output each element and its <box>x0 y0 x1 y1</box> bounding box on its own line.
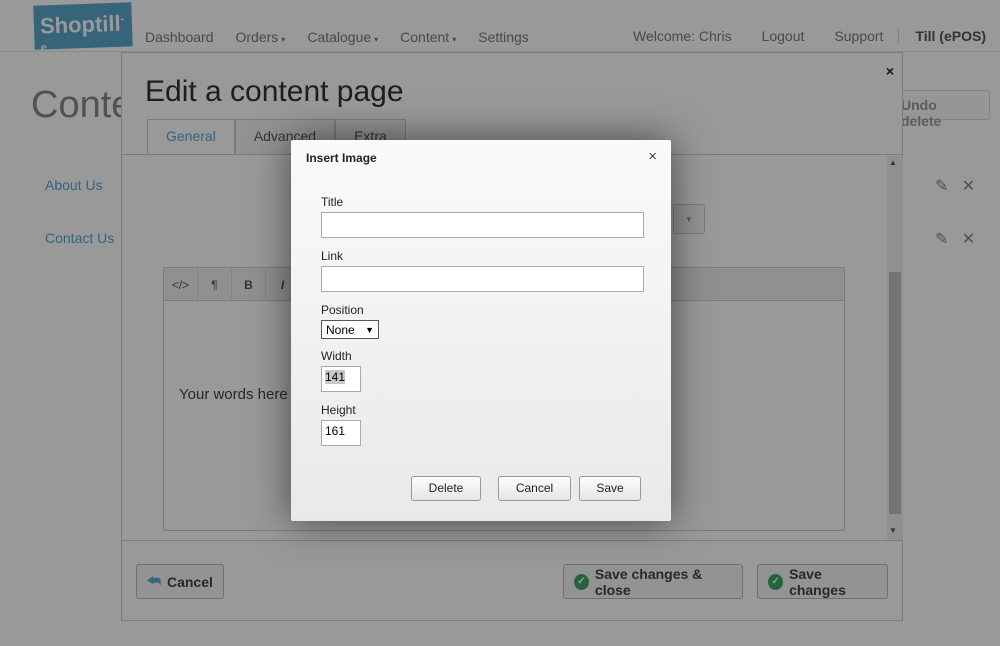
title-input[interactable] <box>321 212 644 238</box>
position-value: None <box>326 322 355 337</box>
save-button[interactable]: Save <box>579 476 641 501</box>
cancel-button[interactable]: Cancel <box>498 476 571 501</box>
dialog-title: Insert Image <box>306 151 377 165</box>
link-input[interactable] <box>321 266 644 292</box>
width-value: 141 <box>325 370 346 384</box>
height-input[interactable]: 161 <box>321 420 361 446</box>
position-select[interactable]: None ▼ <box>321 320 379 339</box>
delete-button[interactable]: Delete <box>411 476 481 501</box>
width-label: Width <box>321 349 352 363</box>
title-label: Title <box>321 195 344 209</box>
position-label: Position <box>321 303 364 317</box>
caret-down-icon: ▼ <box>365 324 374 335</box>
height-label: Height <box>321 403 356 417</box>
insert-image-dialog: Insert Image × Title Link Position None ▼… <box>291 140 671 521</box>
height-value: 161 <box>325 424 346 438</box>
width-input[interactable]: 141 <box>321 366 361 392</box>
close-icon[interactable]: × <box>648 148 657 165</box>
link-label: Link <box>321 249 344 263</box>
